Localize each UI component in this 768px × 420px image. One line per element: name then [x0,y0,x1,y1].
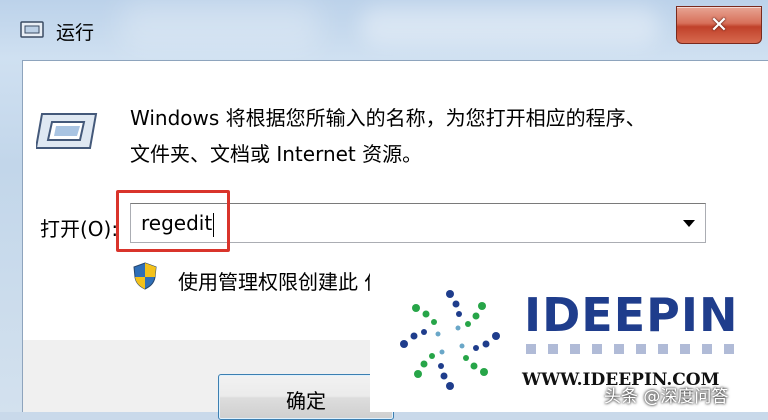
highlight-box [116,190,230,252]
window-title: 运行 [56,22,95,44]
watermark-decoration [526,344,740,354]
ideepin-logo-icon [400,290,500,390]
open-label: 打开(O): [40,217,119,241]
watermark-source: 头条 @深度问答 [604,387,729,407]
title-glass-highlight [360,6,660,46]
title-glass-highlight [120,0,320,50]
description-text: Windows 将根据您所输入的名称，为您打开相应的程序、 [130,106,646,130]
run-dialog-icon [36,113,98,149]
uac-shield-icon [133,262,157,290]
description-text: 文件夹、文档或 Internet 资源。 [130,142,423,166]
ok-button[interactable]: 确定 [218,374,394,420]
dropdown-arrow-icon[interactable] [683,220,695,227]
close-button[interactable]: ✕ [676,6,762,44]
watermark-brand: IDEEPIN [524,288,739,342]
run-icon [20,21,44,38]
